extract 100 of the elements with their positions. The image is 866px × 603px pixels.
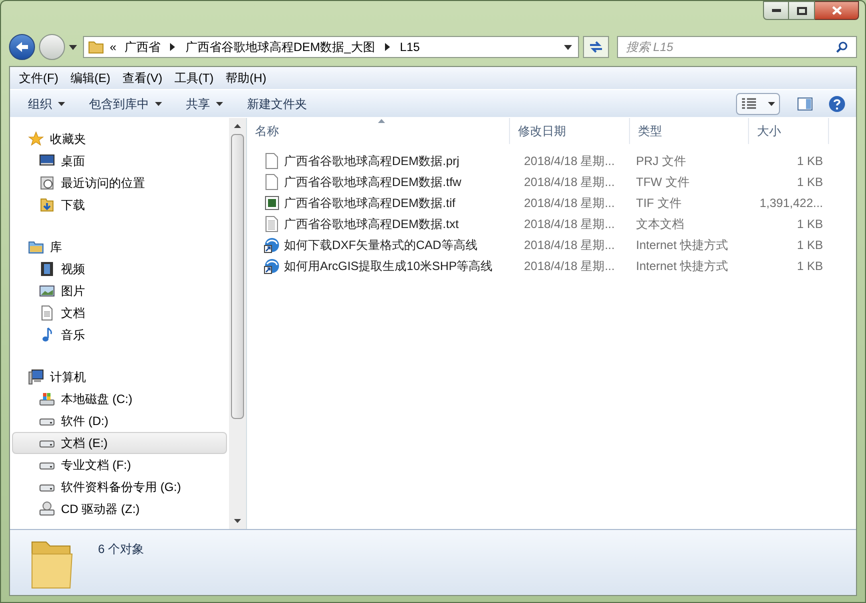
file-type: 文本文档 [635, 216, 685, 232]
toolbar-button[interactable]: 组织 [18, 92, 75, 114]
minimize-button[interactable] [763, 1, 789, 20]
folder-icon [88, 40, 104, 54]
close-icon [832, 6, 842, 15]
sort-arrow-icon [378, 119, 385, 123]
file-name[interactable]: 广西省谷歌地球高程DEM数据.prj [247, 152, 510, 170]
menu-item[interactable]: 工具(T) [174, 69, 214, 87]
toolbar-button[interactable]: 包含到库中 [79, 92, 172, 114]
menu-item[interactable]: 帮助(H) [226, 69, 266, 87]
toolbar-button[interactable]: 共享 [176, 92, 233, 114]
nav-item[interactable]: 文档 (E:) [12, 432, 227, 454]
search-input[interactable]: 搜索 L15 [626, 38, 836, 56]
caret-icon [768, 102, 775, 106]
nav-item[interactable]: 专业文档 (F:) [12, 454, 227, 476]
details-view-icon [741, 98, 757, 110]
column-header[interactable]: 大小 [749, 118, 829, 144]
nav-group-header[interactable]: 计算机 [10, 366, 229, 388]
file-size: 1 KB [796, 258, 824, 274]
file-name[interactable]: 如何下载DXF矢量格式的CAD等高线 [247, 236, 510, 254]
breadcrumb[interactable]: 广西省 [124, 38, 160, 56]
help-icon [828, 94, 846, 112]
library-icon [28, 239, 44, 255]
scroll-thumb[interactable] [231, 134, 244, 419]
shortcut-icon [264, 236, 280, 252]
scroll-up-icon [234, 124, 241, 128]
caret-icon [155, 102, 162, 106]
caret-icon [216, 102, 223, 106]
close-button[interactable] [815, 1, 859, 20]
preview-pane-icon [797, 96, 813, 110]
address-bar[interactable]: « 广西省 广西省谷歌地球高程DEM数据_大图 L15 [82, 36, 579, 58]
nav-item[interactable]: 最近访问的位置 [12, 172, 227, 194]
toolbar-button[interactable]: 新建文件夹 [237, 92, 317, 114]
back-arrow-icon [14, 41, 29, 53]
nav-item[interactable]: 下载 [12, 194, 227, 216]
column-header[interactable]: 修改日期 [510, 118, 630, 144]
nav-item[interactable]: 桌面 [12, 150, 227, 172]
view-button[interactable] [736, 92, 780, 114]
file-size: 1 KB [796, 174, 824, 190]
system-drive-icon [39, 391, 55, 407]
disc-drive-icon [39, 501, 55, 517]
nav-item[interactable]: 文档 [12, 302, 227, 324]
file-name[interactable]: 广西省谷歌地球高程DEM数据.tfw [247, 172, 510, 190]
search-icon [836, 41, 848, 53]
overflow-chevron[interactable]: « [110, 38, 116, 56]
nav-item[interactable]: 音乐 [12, 324, 227, 346]
menu-item[interactable]: 文件(F) [19, 69, 58, 87]
nav-item[interactable]: 本地磁盘 (C:) [12, 388, 227, 410]
nav-item[interactable]: 软件 (D:) [12, 410, 227, 432]
document-icon [39, 305, 55, 321]
menu-item[interactable]: 编辑(E) [70, 69, 110, 87]
column-header[interactable]: 类型 [630, 118, 749, 144]
nav-item[interactable]: 软件资料备份专用 (G:) [12, 476, 227, 498]
refresh-button[interactable] [582, 36, 609, 58]
chevron-icon[interactable] [170, 43, 176, 51]
minimize-icon [772, 9, 780, 12]
refresh-icon [588, 40, 604, 54]
maximize-button[interactable] [789, 1, 815, 20]
breadcrumb[interactable]: 广西省谷歌地球高程DEM数据_大图 [185, 38, 375, 56]
caret-icon[interactable] [68, 44, 77, 50]
file-size: 1 KB [796, 236, 824, 254]
back-button[interactable] [9, 34, 35, 60]
text-file-icon [264, 216, 280, 232]
file-size: 1,391,422... [758, 194, 824, 212]
nav-item[interactable]: CD 驱动器 (Z:) [12, 498, 227, 520]
file-date: 2018/4/18 星期... [523, 194, 616, 212]
maximize-icon [796, 6, 806, 14]
file-type: Internet 快捷方式 [635, 236, 730, 254]
file-date: 2018/4/18 星期... [523, 236, 616, 254]
file-icon [264, 152, 280, 168]
download-folder-icon [39, 197, 55, 213]
dropdown-icon[interactable] [564, 44, 572, 50]
recent-places-icon [39, 175, 55, 191]
film-icon [39, 261, 55, 277]
search-field[interactable]: 搜索 L15 [616, 36, 857, 58]
file-date: 2018/4/18 星期... [523, 152, 616, 170]
file-type: PRJ 文件 [635, 152, 688, 170]
nav-group-header[interactable]: 库 [10, 236, 229, 258]
chevron-icon[interactable] [384, 43, 390, 51]
file-type: Internet 快捷方式 [635, 258, 730, 274]
item-count: 6 个对象 [98, 541, 144, 558]
scrollbar[interactable] [229, 118, 246, 529]
image-file-icon [264, 194, 280, 210]
file-date: 2018/4/18 星期... [523, 174, 616, 190]
menu-item[interactable]: 查看(V) [122, 69, 162, 87]
file-name[interactable]: 广西省谷歌地球高程DEM数据.tif [247, 194, 510, 212]
scroll-down-icon [234, 519, 241, 523]
caret-icon [58, 102, 65, 106]
nav-item[interactable]: 视频 [12, 258, 227, 280]
nav-group-header[interactable]: 收藏夹 [10, 128, 229, 150]
breadcrumb[interactable]: L15 [400, 38, 420, 56]
file-type: TFW 文件 [635, 174, 690, 190]
nav-item[interactable]: 图片 [12, 280, 227, 302]
file-name[interactable]: 广西省谷歌地球高程DEM数据.txt [247, 214, 510, 232]
file-size: 1 KB [796, 216, 824, 232]
column-header[interactable]: 名称 [247, 118, 510, 144]
computer-icon [28, 369, 44, 385]
file-size: 1 KB [796, 152, 824, 170]
file-name[interactable]: 如何用ArcGIS提取生成10米SHP等高线 [247, 256, 510, 274]
file-icon [264, 174, 280, 190]
